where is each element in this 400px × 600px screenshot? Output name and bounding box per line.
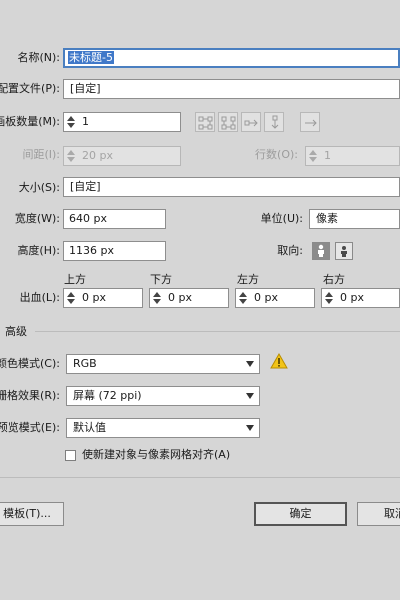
bleed-right-stepper[interactable]: 0 px xyxy=(321,288,400,308)
artboard-count-spin-icon[interactable] xyxy=(65,114,77,130)
bleed-top-stepper[interactable]: 0 px xyxy=(63,288,143,308)
name-field[interactable]: 未标题-5 xyxy=(63,48,400,68)
profile-label: 配置文件(P): xyxy=(0,82,60,95)
artboard-count-value: 1 xyxy=(82,115,89,128)
bleed-bottom-label: 下方 xyxy=(150,273,172,286)
footer-divider xyxy=(0,477,400,478)
color-mode-value: RGB xyxy=(73,357,97,370)
height-value: 1136 px xyxy=(69,244,114,257)
raster-effects-select[interactable]: 屏幕 (72 ppi) xyxy=(66,386,260,406)
arrange-by-column-icon[interactable] xyxy=(264,112,284,132)
bleed-left-label: 左方 xyxy=(237,273,259,286)
spacing-stepper[interactable]: 20 px xyxy=(63,146,181,166)
bleed-top-label: 上方 xyxy=(64,273,86,286)
templates-button[interactable]: 模板(T)... xyxy=(0,502,64,526)
ok-button[interactable]: 确定 xyxy=(254,502,347,526)
bleed-right-label: 右方 xyxy=(323,273,345,286)
columns-spin-icon[interactable] xyxy=(307,148,319,164)
width-field[interactable]: 640 px xyxy=(63,209,166,229)
size-label: 大小(S): xyxy=(18,181,60,194)
landscape-icon[interactable] xyxy=(335,242,353,260)
chevron-down-icon xyxy=(246,425,254,431)
height-field[interactable]: 1136 px xyxy=(63,241,166,261)
name-label: 名称(N): xyxy=(17,51,60,64)
arrange-by-row-icon[interactable] xyxy=(241,112,261,132)
chevron-down-icon xyxy=(246,393,254,399)
bleed-bottom-spin-icon[interactable] xyxy=(151,290,163,306)
bleed-left-stepper[interactable]: 0 px xyxy=(235,288,315,308)
grid-by-column-icon[interactable] xyxy=(218,112,238,132)
change-to-rtl-icon[interactable] xyxy=(300,112,320,132)
preview-mode-value: 默认值 xyxy=(73,421,106,434)
bleed-bottom-stepper[interactable]: 0 px xyxy=(149,288,229,308)
artboard-count-stepper[interactable]: 1 xyxy=(63,112,181,132)
advanced-title: 高级 xyxy=(5,325,27,338)
name-value: 未标题-5 xyxy=(68,51,114,64)
raster-effects-value: 屏幕 (72 ppi) xyxy=(73,389,142,402)
bleed-right-spin-icon[interactable] xyxy=(323,290,335,306)
units-select[interactable]: 像素 xyxy=(309,209,400,229)
profile-value: [自定] xyxy=(70,82,101,95)
bleed-left-spin-icon[interactable] xyxy=(237,290,249,306)
artboard-count-label: 画板数量(M): xyxy=(0,115,60,128)
orientation-label: 取向: xyxy=(277,244,303,257)
bleed-left-value: 0 px xyxy=(254,291,278,304)
portrait-icon[interactable] xyxy=(312,242,330,260)
align-pixel-grid-checkbox[interactable] xyxy=(65,450,76,461)
raster-effects-label: 栅格效果(R): xyxy=(0,389,60,402)
columns-stepper[interactable]: 1 xyxy=(305,146,400,166)
columns-label: 行数(O): xyxy=(255,148,298,161)
size-value: [自定] xyxy=(70,180,101,193)
bleed-top-spin-icon[interactable] xyxy=(65,290,77,306)
grid-by-row-icon[interactable] xyxy=(195,112,215,132)
profile-select[interactable]: [自定] xyxy=(63,79,400,99)
bleed-right-value: 0 px xyxy=(340,291,364,304)
bleed-top-value: 0 px xyxy=(82,291,106,304)
columns-value: 1 xyxy=(324,149,331,162)
height-label: 高度(H): xyxy=(17,244,60,257)
size-select[interactable]: [自定] xyxy=(63,177,400,197)
warning-icon xyxy=(270,352,288,369)
cancel-button[interactable]: 取消 xyxy=(357,502,400,526)
advanced-divider xyxy=(35,331,400,332)
bleed-label: 出血(L): xyxy=(19,291,60,304)
spacing-spin-icon[interactable] xyxy=(65,148,77,164)
units-value: 像素 xyxy=(316,212,338,225)
preview-mode-select[interactable]: 默认值 xyxy=(66,418,260,438)
spacing-value: 20 px xyxy=(82,149,113,162)
chevron-down-icon xyxy=(246,361,254,367)
color-mode-label: 颜色模式(C): xyxy=(0,357,60,370)
color-mode-select[interactable]: RGB xyxy=(66,354,260,374)
preview-mode-label: 预览模式(E): xyxy=(0,421,60,434)
width-label: 宽度(W): xyxy=(14,212,60,225)
align-pixel-grid-label: 使新建对象与像素网格对齐(A) xyxy=(82,448,231,461)
spacing-label: 间距(I): xyxy=(22,148,60,161)
bleed-bottom-value: 0 px xyxy=(168,291,192,304)
units-label: 单位(U): xyxy=(260,212,303,225)
width-value: 640 px xyxy=(69,212,107,225)
